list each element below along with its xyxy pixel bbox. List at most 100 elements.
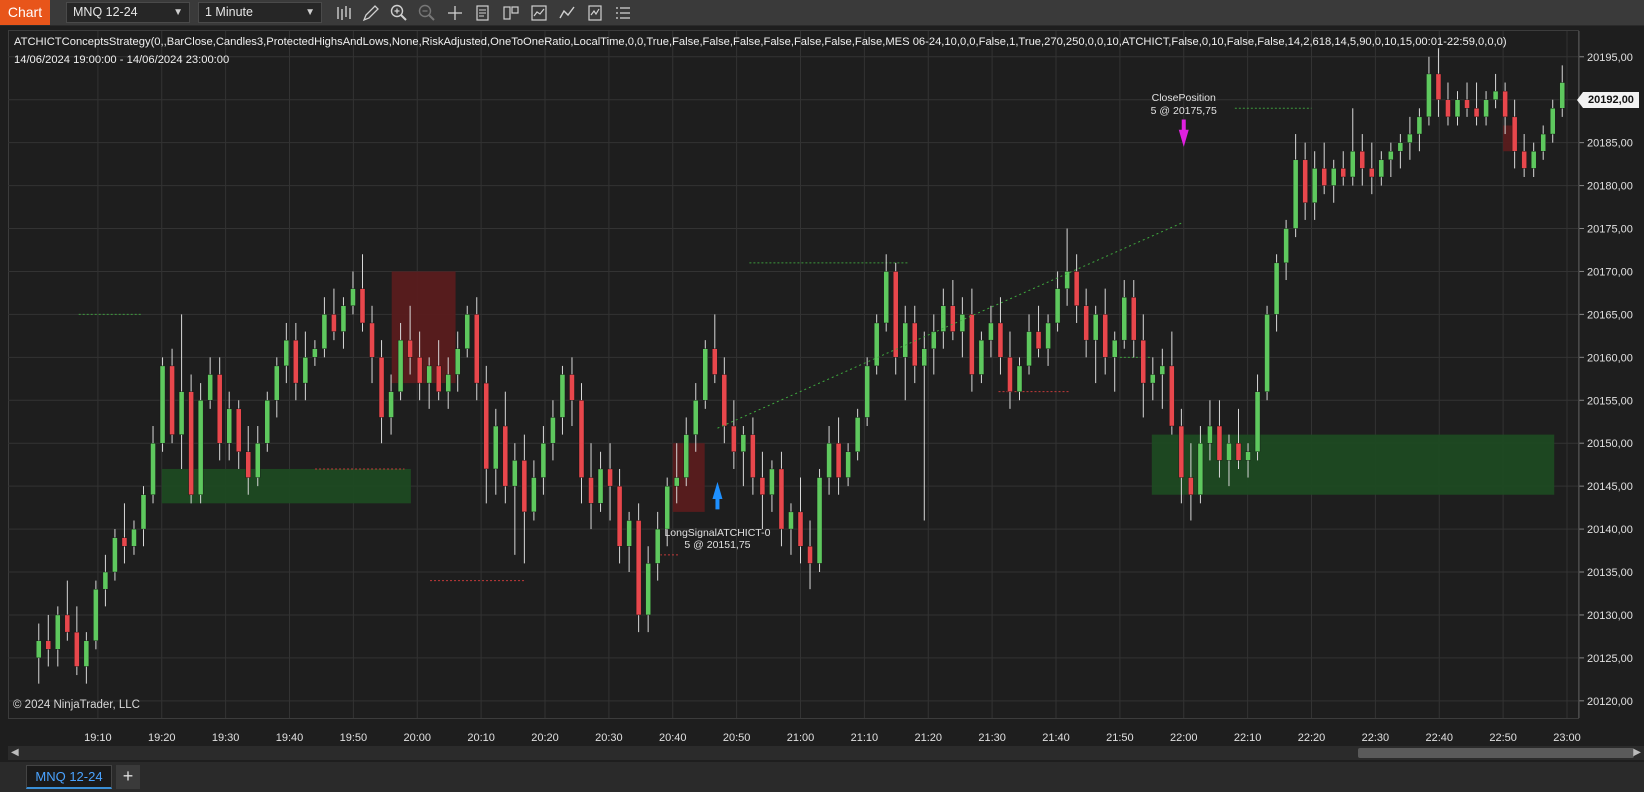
candle-body bbox=[683, 434, 689, 478]
candle bbox=[873, 314, 880, 375]
candle-body bbox=[1302, 159, 1308, 203]
candle-body bbox=[1054, 288, 1061, 324]
candle-body bbox=[416, 357, 423, 384]
candle-body bbox=[654, 528, 661, 564]
scrollbar-thumb[interactable] bbox=[1358, 748, 1634, 758]
exit-signal-label: ClosePosition bbox=[1152, 92, 1216, 104]
candle bbox=[1045, 314, 1051, 366]
candle-body bbox=[893, 271, 899, 358]
candle bbox=[216, 357, 223, 461]
candle-body bbox=[1140, 339, 1146, 384]
candle-body bbox=[331, 314, 337, 332]
candle-body bbox=[959, 314, 966, 332]
candle bbox=[121, 503, 128, 564]
candle bbox=[1464, 82, 1470, 117]
time-tick-label: 22:40 bbox=[1425, 732, 1453, 744]
candle bbox=[635, 503, 642, 633]
price-tick-label: 20180,00 bbox=[1587, 181, 1633, 193]
candle-body bbox=[321, 314, 328, 349]
price-chart[interactable]: LongSignalATCHICT-05 @ 20151,75 ClosePosi… bbox=[0, 0, 1644, 745]
candle-body bbox=[807, 546, 813, 564]
candle bbox=[340, 297, 347, 349]
candle bbox=[93, 580, 99, 650]
candle-body bbox=[1378, 159, 1385, 178]
candle-body bbox=[340, 305, 347, 332]
candle bbox=[702, 340, 708, 409]
candle bbox=[178, 314, 185, 469]
candle-body bbox=[369, 322, 375, 358]
price-axis: 20195,0020190,0020185,0020180,0020175,00… bbox=[1578, 31, 1633, 718]
candle bbox=[788, 503, 794, 555]
candle bbox=[864, 357, 870, 427]
candle bbox=[1035, 305, 1042, 358]
candle-body bbox=[1102, 314, 1108, 358]
candle bbox=[569, 357, 575, 427]
candle-body bbox=[188, 391, 194, 495]
candle bbox=[912, 305, 918, 384]
candle-body bbox=[102, 571, 109, 590]
candle-body bbox=[559, 374, 566, 418]
candle bbox=[274, 357, 280, 418]
candle-body bbox=[512, 460, 518, 487]
candle bbox=[597, 451, 604, 512]
candle-body bbox=[1226, 443, 1232, 461]
candle-body bbox=[1369, 168, 1375, 178]
candle bbox=[845, 443, 851, 487]
candle-body bbox=[45, 640, 51, 650]
candle-body bbox=[864, 365, 870, 418]
candle bbox=[950, 280, 956, 341]
candle bbox=[131, 520, 137, 555]
candle-body bbox=[597, 468, 604, 504]
candle bbox=[36, 623, 42, 684]
candle-body bbox=[1388, 151, 1394, 161]
candle bbox=[626, 511, 632, 573]
scroll-right-icon[interactable]: ▶ bbox=[1633, 747, 1641, 758]
candle bbox=[1083, 288, 1089, 358]
candle bbox=[1092, 305, 1099, 384]
candle-body bbox=[435, 365, 442, 392]
candle bbox=[1026, 314, 1032, 375]
candle-body bbox=[1416, 116, 1423, 135]
candle-body bbox=[578, 400, 585, 478]
candle-body bbox=[1235, 443, 1242, 461]
candle-body bbox=[312, 348, 318, 358]
candle-body bbox=[55, 614, 61, 650]
scroll-left-icon[interactable]: ◀ bbox=[11, 747, 19, 758]
time-tick-label: 21:10 bbox=[851, 732, 879, 744]
candle bbox=[550, 400, 556, 461]
time-axis: 19:10 19:20 19:30 19:40 19:50 20:00 20:10 20:20… bbox=[84, 732, 1581, 744]
candle-body bbox=[997, 322, 1004, 358]
candle-body bbox=[721, 374, 728, 427]
date-range-label: 14/06/2024 19:00:00 - 14/06/2024 23:00:0… bbox=[14, 54, 230, 66]
candle-body bbox=[445, 374, 451, 392]
candle bbox=[1473, 82, 1480, 126]
add-tab-button[interactable]: + bbox=[116, 765, 140, 789]
candle-body bbox=[940, 305, 947, 332]
price-tick-label: 20175,00 bbox=[1587, 224, 1633, 236]
candle bbox=[264, 391, 270, 452]
candle-body bbox=[816, 477, 823, 564]
candle bbox=[1302, 142, 1308, 220]
candle bbox=[988, 305, 994, 358]
horizontal-scrollbar[interactable]: ◀ ▶ bbox=[8, 746, 1644, 760]
candle-body bbox=[1150, 374, 1156, 384]
candle bbox=[712, 314, 718, 384]
candle bbox=[359, 254, 366, 332]
candle bbox=[321, 297, 328, 358]
candle bbox=[1321, 142, 1327, 195]
candle-body bbox=[759, 477, 766, 495]
price-tick-label: 20165,00 bbox=[1587, 309, 1633, 321]
tab-instrument[interactable]: MNQ 12-24 bbox=[26, 765, 112, 789]
candle-body bbox=[731, 425, 737, 452]
candle bbox=[236, 400, 242, 469]
candle bbox=[1331, 159, 1337, 203]
candle-body bbox=[426, 365, 432, 384]
candle-body bbox=[1454, 99, 1461, 118]
candle-body bbox=[1092, 314, 1099, 341]
candle-body bbox=[131, 528, 137, 547]
candle bbox=[312, 340, 318, 366]
price-tick-label: 20185,00 bbox=[1587, 138, 1633, 150]
candle-body bbox=[112, 537, 118, 573]
demand-zone bbox=[1151, 434, 1555, 495]
candle bbox=[1388, 142, 1394, 177]
